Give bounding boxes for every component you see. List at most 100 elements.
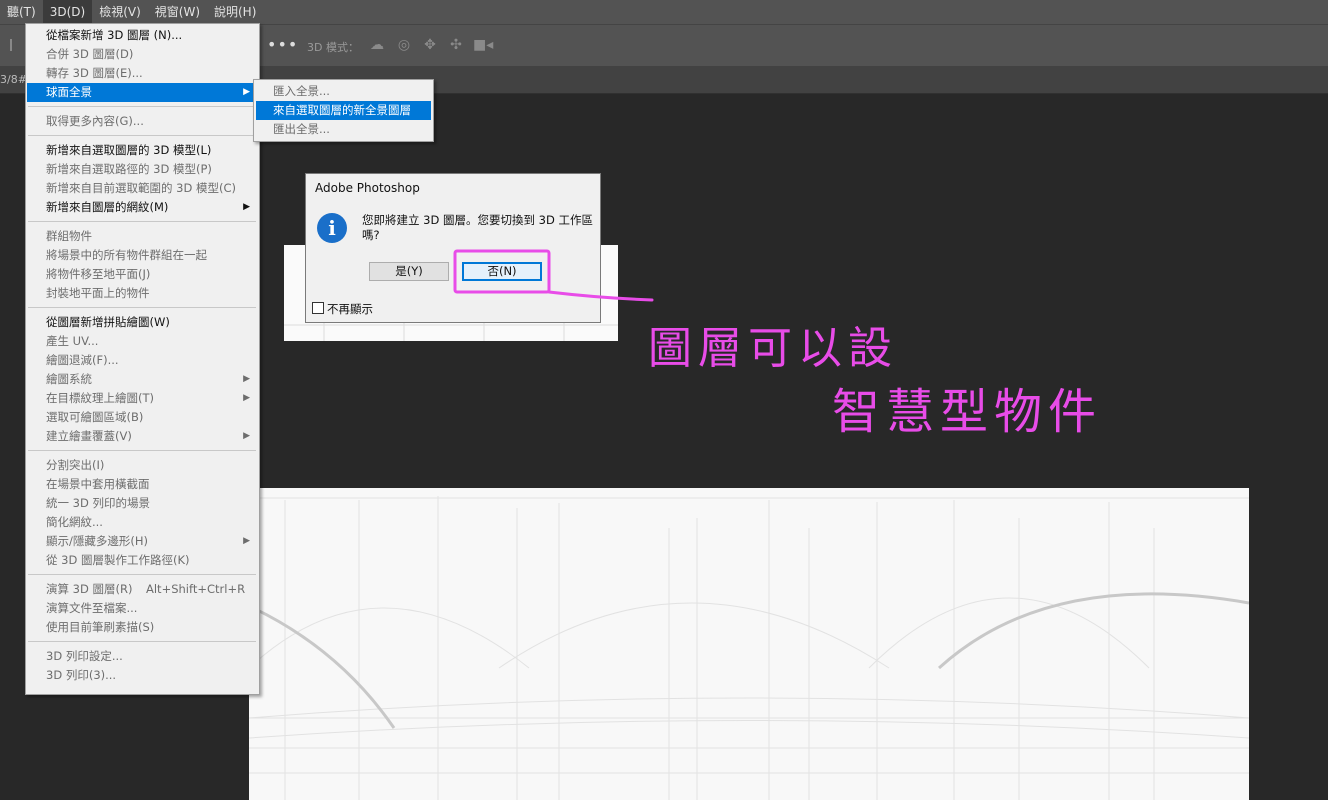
- menu-item[interactable]: 取得更多內容(G)...: [27, 112, 258, 131]
- menu-item-label: 分割突出(I): [46, 458, 105, 472]
- menu-item[interactable]: 從圖層新增拼貼繪圖(W): [27, 313, 258, 332]
- menu-item-label: 演算 3D 圖層(R): [46, 582, 133, 596]
- roll-icon[interactable]: ◎: [396, 37, 412, 53]
- menu-item-label: 將場景中的所有物件群組在一起: [46, 248, 207, 262]
- submenu-item[interactable]: 匯出全景...: [256, 120, 431, 139]
- menu-item[interactable]: 新增來自目前選取範圍的 3D 模型(C): [27, 179, 258, 198]
- menu-item-label: 新增來自選取路徑的 3D 模型(P): [46, 162, 212, 176]
- submenu-item[interactable]: 匯入全景...: [256, 82, 431, 101]
- menu-item-label: 新增來自目前選取範圍的 3D 模型(C): [46, 181, 236, 195]
- dont-show-again-checkbox[interactable]: 不再顯示: [312, 301, 373, 317]
- panorama-canvas: [249, 488, 1249, 800]
- menubar-item[interactable]: 檢視(V): [92, 0, 148, 24]
- menu-item-label: 球面全景: [46, 85, 92, 99]
- menu-item[interactable]: 合併 3D 圖層(D): [27, 45, 258, 64]
- slide-icon[interactable]: ✣: [448, 37, 464, 53]
- submenu-item[interactable]: 來自選取圖層的新全景圖層: [256, 101, 431, 120]
- align-icon[interactable]: [10, 39, 24, 51]
- menubar: 聽(T) 3D(D) 檢視(V) 視窗(W) 說明(H): [0, 0, 1328, 24]
- menubar-item[interactable]: 3D(D): [42, 0, 93, 24]
- menu-item-label: 在場景中套用橫截面: [46, 477, 150, 491]
- submenu-arrow-icon: ▶: [243, 202, 250, 212]
- menu-item-label: 將物件移至地平面(J): [46, 267, 151, 281]
- submenu-arrow-icon: ▶: [243, 536, 250, 546]
- menu-item-label: 在目標紋理上繪圖(T): [46, 391, 154, 405]
- menu-separator: [28, 450, 256, 451]
- menu-item[interactable]: 分割突出(I): [27, 456, 258, 475]
- menu-item-label: 演算文件至檔案...: [46, 601, 138, 615]
- checkbox-label: 不再顯示: [327, 302, 373, 316]
- menu-item-label: 簡化網紋...: [46, 515, 103, 529]
- submenu-arrow-icon: ▶: [243, 374, 250, 384]
- menu-separator: [28, 106, 256, 107]
- menu-item-label: 產生 UV...: [46, 334, 99, 348]
- checkbox-box[interactable]: [312, 302, 324, 314]
- menu-item[interactable]: 繪圖退減(F)...: [27, 351, 258, 370]
- menu-item-label: 轉存 3D 圖層(E)...: [46, 66, 143, 80]
- submenu-arrow-icon: ▶: [243, 431, 250, 441]
- menu-item[interactable]: 新增來自選取路徑的 3D 模型(P): [27, 160, 258, 179]
- menu-separator: [28, 574, 256, 575]
- menu-item-label: 3D 列印(3)...: [46, 668, 117, 682]
- menu-item[interactable]: 3D 列印設定...: [27, 647, 258, 666]
- camera-icon[interactable]: ■◂: [473, 37, 493, 53]
- more-dots-icon[interactable]: •••: [267, 35, 298, 54]
- menu-item[interactable]: 新增來自選取圖層的 3D 模型(L): [27, 141, 258, 160]
- menu-item[interactable]: 顯示/隱藏多邊形(H) ▶: [27, 532, 258, 551]
- menu-item[interactable]: 演算 3D 圖層(R) Alt+Shift+Ctrl+R: [27, 580, 258, 599]
- menu-item-label: 選取可繪圖區域(B): [46, 410, 144, 424]
- panorama-submenu: 匯入全景... 來自選取圖層的新全景圖層 匯出全景...: [253, 79, 434, 142]
- yes-button[interactable]: 是(Y): [369, 262, 449, 281]
- menu-item[interactable]: 3D 列印(3)...: [27, 666, 258, 685]
- 3d-menu-dropdown: 從檔案新增 3D 圖層 (N)... 合併 3D 圖層(D) 轉存 3D 圖層(E)…: [25, 23, 260, 695]
- menu-item[interactable]: 封裝地平面上的物件: [27, 284, 258, 303]
- menu-separator: [28, 307, 256, 308]
- info-icon: i: [317, 213, 347, 243]
- menu-item[interactable]: 將物件移至地平面(J): [27, 265, 258, 284]
- menu-item[interactable]: 轉存 3D 圖層(E)...: [27, 64, 258, 83]
- menu-item-label: 群組物件: [46, 229, 92, 243]
- menubar-item[interactable]: 聽(T): [0, 0, 43, 24]
- menu-item[interactable]: 新增來自圖層的網紋(M) ▶: [27, 198, 258, 217]
- submenu-arrow-icon: ▶: [243, 87, 250, 97]
- menu-item[interactable]: 在目標紋理上繪圖(T) ▶: [27, 389, 258, 408]
- menu-item-label: 取得更多內容(G)...: [46, 114, 144, 128]
- switch-workspace-dialog: Adobe Photoshop i 您即將建立 3D 圖層。您要切換到 3D 工…: [305, 173, 601, 323]
- menu-item[interactable]: 使用目前筆刷素描(S): [27, 618, 258, 637]
- menu-separator: [28, 221, 256, 222]
- menu-item-label: 封裝地平面上的物件: [46, 286, 150, 300]
- menu-item-label: 建立繪畫覆蓋(V): [46, 429, 132, 443]
- panorama-grid: [249, 496, 1249, 800]
- menu-item[interactable]: 群組物件: [27, 227, 258, 246]
- menu-item[interactable]: 繪圖系統 ▶: [27, 370, 258, 389]
- menu-item-label: 3D 列印設定...: [46, 649, 123, 663]
- menu-item[interactable]: 選取可繪圖區域(B): [27, 408, 258, 427]
- menu-item-label: 顯示/隱藏多邊形(H): [46, 534, 148, 548]
- 3d-mode-label: 3D 模式：: [307, 41, 359, 54]
- menu-item[interactable]: 產生 UV...: [27, 332, 258, 351]
- orbit-icon[interactable]: ☁: [369, 37, 385, 53]
- menu-item[interactable]: 從 3D 圖層製作工作路徑(K): [27, 551, 258, 570]
- annotation-line-1: 圖層可以設: [648, 323, 898, 374]
- menu-item-label: 使用目前筆刷素描(S): [46, 620, 155, 634]
- menu-item-label: 新增來自選取圖層的 3D 模型(L): [46, 143, 212, 157]
- menu-item[interactable]: 建立繪畫覆蓋(V) ▶: [27, 427, 258, 446]
- menu-item[interactable]: 演算文件至檔案...: [27, 599, 258, 618]
- menubar-item[interactable]: 視窗(W): [148, 0, 207, 24]
- menu-item-label: 新增來自圖層的網紋(M): [46, 200, 169, 214]
- no-button[interactable]: 否(N): [462, 262, 542, 281]
- annotation-line-2: 智慧型物件: [832, 384, 1103, 440]
- menubar-item[interactable]: 說明(H): [207, 0, 263, 24]
- menu-item[interactable]: 從檔案新增 3D 圖層 (N)...: [27, 26, 258, 45]
- menu-item-label: 從檔案新增 3D 圖層 (N)...: [46, 28, 183, 42]
- menu-item[interactable]: 在場景中套用橫截面: [27, 475, 258, 494]
- pan-icon[interactable]: ✥: [422, 37, 438, 53]
- menu-item[interactable]: 球面全景 ▶: [27, 83, 258, 102]
- dialog-title: Adobe Photoshop: [315, 181, 420, 195]
- submenu-arrow-icon: ▶: [243, 393, 250, 403]
- menu-item[interactable]: 簡化網紋...: [27, 513, 258, 532]
- menu-item[interactable]: 統一 3D 列印的場景: [27, 494, 258, 513]
- menu-item[interactable]: 將場景中的所有物件群組在一起: [27, 246, 258, 265]
- menu-item-label: 統一 3D 列印的場景: [46, 496, 150, 510]
- menu-item-label: 從圖層新增拼貼繪圖(W): [46, 315, 170, 329]
